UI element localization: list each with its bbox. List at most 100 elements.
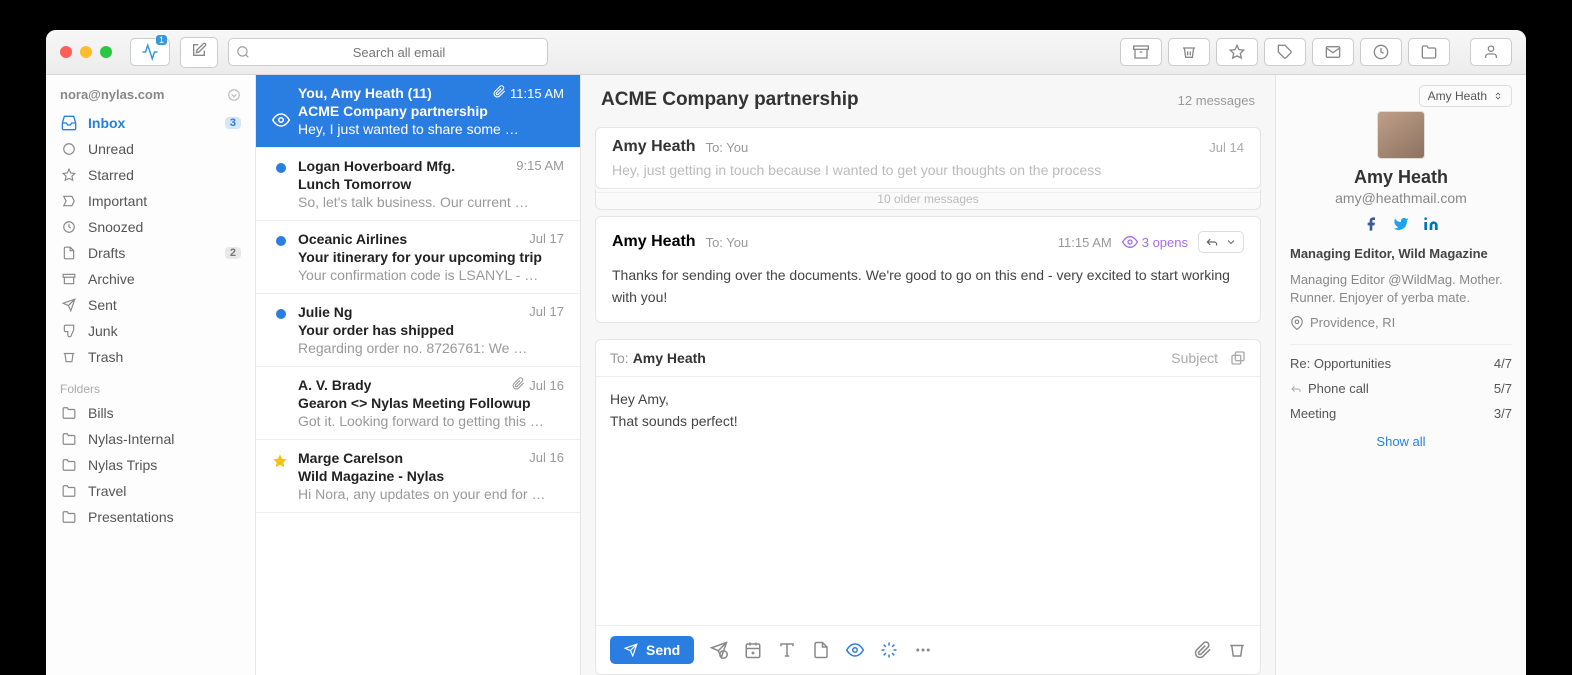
msg-time: 11:15 AM	[1058, 235, 1112, 250]
reply-icon	[1290, 383, 1302, 395]
sidebar-item-starred[interactable]: Starred	[46, 162, 255, 188]
folder-presentations[interactable]: Presentations	[46, 504, 255, 530]
sidebar-item-junk[interactable]: Junk	[46, 318, 255, 344]
sidebar-item-label: Drafts	[88, 245, 125, 261]
snooze-button[interactable]	[1360, 38, 1402, 66]
search-input[interactable]	[228, 38, 548, 66]
folder-icon	[62, 484, 76, 498]
paperclip-icon[interactable]	[1194, 641, 1212, 659]
send-button[interactable]: Send	[610, 636, 694, 664]
sidebar-item-label: Junk	[88, 323, 118, 339]
sidebar-item-trash[interactable]: Trash	[46, 344, 255, 370]
sidebar-item-drafts[interactable]: Drafts2	[46, 240, 255, 266]
inbox-icon	[61, 115, 77, 131]
related-threads: Re: Opportunities4/7 Phone call5/7 Meeti…	[1290, 344, 1512, 426]
compose-subject[interactable]: Subject	[1171, 350, 1218, 366]
search-icon	[236, 45, 250, 59]
thread-item[interactable]: Julie NgJul 17 Your order has shipped Re…	[256, 294, 580, 367]
compose-to-name[interactable]: Amy Heath	[633, 350, 706, 366]
account-row[interactable]: nora@nylas.com	[46, 83, 255, 110]
calendar-icon[interactable]	[744, 641, 762, 659]
activity-icon	[141, 43, 159, 61]
sidebar-item-archive[interactable]: Archive	[46, 266, 255, 292]
collapsed-message[interactable]: Amy Heath To: You Jul 14 Hey, just getti…	[595, 127, 1261, 189]
thread-list: You, Amy Heath (11)11:15 AM ACME Company…	[256, 75, 581, 675]
social-links	[1290, 216, 1512, 232]
sidebar-item-sent[interactable]: Sent	[46, 292, 255, 318]
message-card: Amy Heath To: You 11:15 AM 3 opens Thank…	[595, 216, 1261, 323]
send-later-icon[interactable]	[710, 641, 728, 659]
archive-icon	[62, 272, 76, 286]
thread-time: Jul 16	[512, 377, 564, 393]
facebook-icon[interactable]	[1363, 216, 1379, 232]
twitter-icon[interactable]	[1393, 216, 1409, 232]
star-button[interactable]	[1216, 38, 1258, 66]
thread-from: You, Amy Heath (11)	[298, 85, 432, 101]
avatar	[1377, 111, 1425, 159]
minimize-window-button[interactable]	[80, 46, 92, 58]
folder-nylas-internal[interactable]: Nylas-Internal	[46, 426, 255, 452]
contact-location: Providence, RI	[1290, 315, 1512, 330]
tracking-icon[interactable]	[846, 641, 864, 659]
conversation-header: ACME Company partnership 12 messages	[581, 75, 1275, 121]
contact-selector[interactable]: Amy Heath	[1419, 85, 1512, 107]
msg-to: To: You	[706, 140, 749, 155]
folder-travel[interactable]: Travel	[46, 478, 255, 504]
thread-item[interactable]: Marge CarelsonJul 16 Wild Magazine - Nyl…	[256, 440, 580, 513]
account-button[interactable]	[1470, 38, 1512, 66]
contact-pane: Amy Heath Amy Heath amy@heathmail.com Ma…	[1276, 75, 1526, 675]
compose-body[interactable]: Hey Amy, That sounds perfect!	[596, 377, 1260, 625]
folder-nylas-trips[interactable]: Nylas Trips	[46, 452, 255, 478]
folder-label: Presentations	[88, 509, 174, 525]
thread-subject: Lunch Tomorrow	[298, 176, 564, 192]
trash-icon	[1181, 44, 1197, 60]
label-button[interactable]	[1264, 38, 1306, 66]
related-item[interactable]: Meeting3/7	[1290, 401, 1512, 426]
older-messages-button[interactable]: 10 older messages	[595, 189, 1261, 210]
star-icon	[1229, 44, 1245, 60]
window-controls	[60, 46, 112, 58]
mark-unread-button[interactable]	[1312, 38, 1354, 66]
trash-button[interactable]	[1168, 38, 1210, 66]
thread-item[interactable]: A. V. BradyJul 16 Gearon <> Nylas Meetin…	[256, 367, 580, 440]
thread-item[interactable]: Oceanic AirlinesJul 17 Your itinerary fo…	[256, 221, 580, 294]
close-window-button[interactable]	[60, 46, 72, 58]
conversation-subject: ACME Company partnership	[601, 89, 859, 111]
thread-preview: Regarding order no. 8726761: We …	[298, 340, 564, 356]
thread-preview: Hi Nora, any updates on your end for …	[298, 486, 564, 502]
sidebar-item-label: Snoozed	[88, 219, 143, 235]
related-item[interactable]: Phone call5/7	[1290, 376, 1512, 401]
archive-icon	[1133, 44, 1149, 60]
thread-time: 9:15 AM	[516, 158, 564, 174]
maximize-window-button[interactable]	[100, 46, 112, 58]
thread-time: Jul 17	[529, 231, 564, 247]
folder-bills[interactable]: Bills	[46, 400, 255, 426]
move-folder-button[interactable]	[1408, 38, 1450, 66]
sidebar-item-unread[interactable]: Unread	[46, 136, 255, 162]
conversation-pane: ACME Company partnership 12 messages Amy…	[581, 75, 1276, 675]
thread-from: Oceanic Airlines	[298, 231, 407, 247]
compose-button[interactable]	[180, 37, 218, 68]
format-text-icon[interactable]	[778, 641, 796, 659]
sidebar-item-inbox[interactable]: Inbox 3	[46, 110, 255, 136]
archive-button[interactable]	[1120, 38, 1162, 66]
thread-item[interactable]: You, Amy Heath (11)11:15 AM ACME Company…	[256, 75, 580, 148]
reply-button[interactable]	[1198, 231, 1244, 253]
reminder-icon[interactable]	[880, 641, 898, 659]
template-icon[interactable]	[812, 641, 830, 659]
clock-icon	[62, 220, 76, 234]
more-icon[interactable]	[914, 641, 932, 659]
popout-icon[interactable]	[1230, 350, 1246, 366]
linkedin-icon[interactable]	[1423, 216, 1439, 232]
activity-button[interactable]: 1	[130, 38, 170, 66]
discard-icon[interactable]	[1228, 641, 1246, 659]
thread-item[interactable]: Logan Hoverboard Mfg.9:15 AM Lunch Tomor…	[256, 148, 580, 221]
sidebar-item-snoozed[interactable]: Snoozed	[46, 214, 255, 240]
show-all-button[interactable]: Show all	[1290, 426, 1512, 457]
sidebar-item-label: Inbox	[88, 115, 125, 131]
thread-subject: Wild Magazine - Nylas	[298, 468, 564, 484]
sidebar-item-label: Unread	[88, 141, 134, 157]
related-item[interactable]: Re: Opportunities4/7	[1290, 351, 1512, 376]
circle-icon	[62, 142, 76, 156]
sidebar-item-important[interactable]: Important	[46, 188, 255, 214]
